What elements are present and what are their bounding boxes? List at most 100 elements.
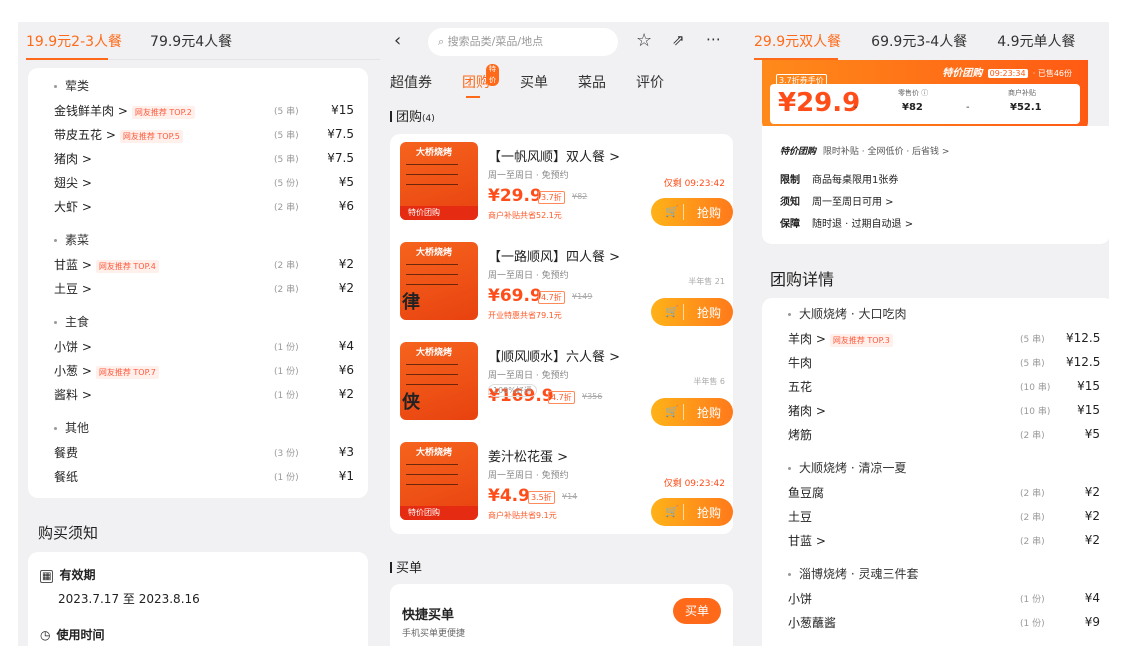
tab-dishes[interactable]: 菜品 xyxy=(578,72,606,92)
item-price: ¥6 xyxy=(338,363,354,377)
deal-note: 开业特惠共省79.1元 xyxy=(488,311,562,320)
buy-button[interactable]: 🛒 抢购 xyxy=(651,498,733,526)
menu-item[interactable]: 羊肉 > 网友推荐 TOP.3 (5 串) ¥12.5 xyxy=(788,326,1100,350)
menu-item[interactable]: 土豆 > (2 串) ¥2 xyxy=(54,276,354,300)
item-name-wrap: 五花 xyxy=(788,378,1020,395)
info-brand: 特价团购 xyxy=(780,147,817,157)
detail-title: 团购详情 xyxy=(770,270,835,289)
item-name: 小葱蘸酱 xyxy=(788,615,837,630)
calendar-icon: ▦ xyxy=(40,570,54,583)
more-icon[interactable]: ⋯ xyxy=(706,30,721,48)
item-name-wrap: 小葱 > 网友推荐 TOP.7 xyxy=(54,362,274,379)
menu-item[interactable]: 牛肉 (5 串) ¥12.5 xyxy=(788,350,1100,374)
item-name: 小葱 > xyxy=(54,363,92,378)
back-icon[interactable]: ‹ xyxy=(394,30,401,51)
recommend-tag: 网友推荐 TOP.5 xyxy=(119,129,183,143)
tab-groupbuy[interactable]: 团购 特价 xyxy=(462,64,499,92)
buy-button[interactable]: 🛒 抢购 xyxy=(651,398,733,426)
menu-item[interactable]: 小饼 (1 份) ¥4 xyxy=(788,586,1100,610)
item-name: 餐纸 xyxy=(54,469,79,484)
group-title: 团购(4) xyxy=(390,106,435,125)
item-price: ¥2 xyxy=(1084,509,1100,523)
menu-item[interactable]: 翅尖 > (5 份) ¥5 xyxy=(54,170,354,194)
menu-item[interactable]: 大虾 > (2 串) ¥6 xyxy=(54,194,354,218)
tab-package-double[interactable]: 29.9元双人餐 xyxy=(754,31,841,51)
menu-item[interactable]: 小葱蘸酱 (1 份) ¥9 xyxy=(788,610,1100,634)
search-placeholder: 搜索品类/菜品/地点 xyxy=(447,35,544,48)
deal-item[interactable]: 大桥烧烤侠【顺风顺水】六人餐 > 周一至周日 · 免预约 ¥169.9 4.7折 ¥35… xyxy=(400,334,733,428)
buy-button[interactable]: 🛒 抢购 xyxy=(651,298,733,326)
bullet-dot xyxy=(54,427,57,430)
recommend-tag: 网友推荐 TOP.4 xyxy=(95,259,159,273)
rules-list: 限制 商品每桌限用1张券 须知 周一至周日可用 > 保障 随时退 · 过期自动退 > xyxy=(780,170,913,236)
tab-vouchers[interactable]: 超值券 xyxy=(390,72,432,92)
tab-maidan[interactable]: 买单 xyxy=(520,72,548,92)
promo-sold: · 已售46份 xyxy=(1032,69,1072,78)
deal-note: 商户补贴共省9.1元 xyxy=(488,511,557,520)
quick-pay-button[interactable]: 买单 xyxy=(673,598,721,624)
promo-price: ¥29.9 xyxy=(778,88,861,118)
menu-item[interactable]: 猪肉 > (5 串) ¥7.5 xyxy=(54,146,354,170)
deal-item[interactable]: 大桥烧烤 特价团购 姜汁松花蛋 > 周一至周日 · 免预约 ¥4.9 3.5折 ¥14 商户补… xyxy=(400,434,733,528)
item-qty: (2 串) xyxy=(274,202,299,213)
thumb-title: 大桥烧烤 xyxy=(416,348,453,358)
tab-package-single[interactable]: 4.9元单人餐 xyxy=(997,31,1075,51)
tab-package-1[interactable]: 19.9元2-3人餐 xyxy=(26,31,122,51)
thumb-title: 大桥烧烤 xyxy=(416,448,453,458)
menu-item[interactable]: 带皮五花 > 网友推荐 TOP.5 (5 串) ¥7.5 xyxy=(54,122,354,146)
thumb-title: 大桥烧烤 xyxy=(416,248,453,258)
thumb-badge: 特价团购 xyxy=(400,506,478,520)
deal-discount: 4.7折 xyxy=(538,291,565,304)
item-name: 鱼豆腐 xyxy=(788,485,825,500)
menu-item[interactable]: 酱料 > (1 份) ¥2 xyxy=(54,382,354,406)
tab-reviews[interactable]: 评价 xyxy=(636,72,664,92)
menu-item[interactable]: 猪肉 > (10 串) ¥15 xyxy=(788,398,1100,422)
menu-item[interactable]: 小葱 > 网友推荐 TOP.7 (1 份) ¥6 xyxy=(54,358,354,382)
item-qty: (10 串) xyxy=(1020,382,1051,393)
item-price: ¥2 xyxy=(338,281,354,295)
deal-item[interactable]: 大桥烧烤律【一路顺风】四人餐 > 周一至周日 · 免预约 ¥69.9 4.7折 ¥149… xyxy=(400,234,733,328)
item-name: 小饼 > xyxy=(54,339,92,354)
deal-title: 【顺风顺水】六人餐 > xyxy=(488,350,621,365)
rule-row[interactable]: 须知 周一至周日可用 > xyxy=(780,192,913,214)
group-name: 大顺烧烤 · 大口吃肉 xyxy=(799,307,907,321)
info-row[interactable]: 特价团购 限时补贴 · 全网低价 · 后省钱 > xyxy=(780,144,949,157)
app-frame: 19.9元2-3人餐 79.9元4人餐 荤类 金钱鲜羊肉 > 网友推荐 TOP.2(… xyxy=(18,22,1109,646)
promo-time: 09:23:34 xyxy=(987,69,1028,78)
menu-item[interactable]: 甘蓝 > (2 串) ¥2 xyxy=(788,528,1100,552)
menu-item[interactable]: 金钱鲜羊肉 > 网友推荐 TOP.2 (5 串) ¥15 xyxy=(54,98,354,122)
item-name-wrap: 小饼 xyxy=(788,590,1020,607)
deal-title: 【一帆风顺】双人餐 > xyxy=(488,150,621,165)
tab-package-3-4[interactable]: 69.9元3-4人餐 xyxy=(871,31,967,51)
menu-item[interactable]: 小饼 > (1 份) ¥4 xyxy=(54,334,354,358)
tab-package-2[interactable]: 79.9元4人餐 xyxy=(150,31,232,51)
title-bar xyxy=(390,111,392,122)
menu-item[interactable]: 鱼豆腐 (2 串) ¥2 xyxy=(788,480,1100,504)
middle-panel: ‹ ⌕ 搜索品类/菜品/地点 ☆ ⇗ ⋯ 超值券 团购 特价 买单 菜品 评价 团… xyxy=(384,22,739,646)
group-count: (4) xyxy=(422,114,435,124)
thumb-badge: 特价团购 xyxy=(400,206,478,220)
item-name: 翅尖 > xyxy=(54,175,92,190)
promo-sep-1: - xyxy=(854,102,858,113)
deals-card: 大桥烧烤 特价团购 【一帆风顺】双人餐 > 周一至周日 · 免预约 ¥29.9 3.7折 ¥… xyxy=(390,134,733,534)
menu-item[interactable]: 五花 (10 串) ¥15 xyxy=(788,374,1100,398)
menu-item[interactable]: 甘蓝 > 网友推荐 TOP.4 (2 串) ¥2 xyxy=(54,252,354,276)
star-icon[interactable]: ☆ xyxy=(636,30,652,51)
item-name: 大虾 > xyxy=(54,199,92,214)
item-name: 金钱鲜羊肉 > xyxy=(54,103,128,118)
group-header: 大顺烧烤 · 大口吃肉 xyxy=(788,302,1100,326)
menu-item[interactable]: 土豆 (2 串) ¥2 xyxy=(788,504,1100,528)
rule-row[interactable]: 限制 商品每桌限用1张券 xyxy=(780,170,913,192)
rule-row[interactable]: 保障 随时退 · 过期自动退 > xyxy=(780,214,913,236)
buy-button[interactable]: 🛒 抢购 xyxy=(651,198,733,226)
buy-label: 抢购 xyxy=(697,306,722,320)
menu-item[interactable]: 烤筋 (2 串) ¥5 xyxy=(788,422,1100,446)
search-input[interactable]: ⌕ 搜索品类/菜品/地点 xyxy=(428,28,618,56)
share-icon[interactable]: ⇗ xyxy=(672,31,685,49)
menu-item[interactable]: 餐纸 (1 份) ¥1 xyxy=(54,464,354,488)
tab-indicator xyxy=(26,58,108,60)
menu-item[interactable]: 餐费 (3 份) ¥3 xyxy=(54,440,354,464)
group-header: 大顺烧烤 · 清凉一夏 xyxy=(788,456,1100,480)
item-name: 甘蓝 > xyxy=(54,257,92,272)
deal-item[interactable]: 大桥烧烤 特价团购 【一帆风顺】双人餐 > 周一至周日 · 免预约 ¥29.9 3.7折 ¥… xyxy=(400,134,733,228)
